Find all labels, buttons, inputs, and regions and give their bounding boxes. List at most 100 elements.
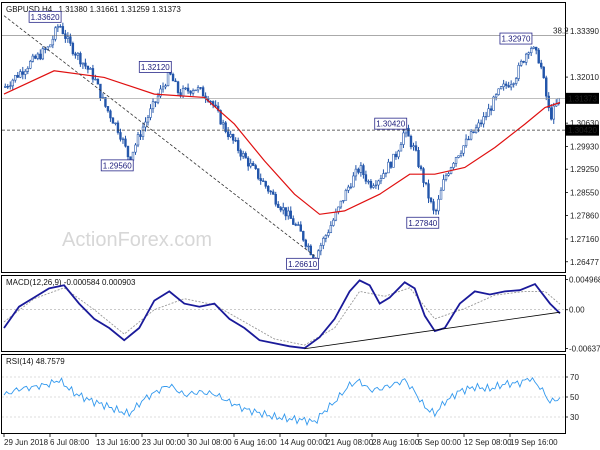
rsi-axis-label: 70	[570, 373, 579, 382]
swing-price-label: 1.32970	[501, 35, 530, 44]
candle-body	[26, 68, 29, 72]
candle-body	[387, 161, 390, 174]
price-axis-label: 1.27860	[570, 212, 599, 221]
candle-body	[417, 150, 420, 167]
candle-body	[282, 207, 285, 211]
candle-body	[181, 88, 185, 97]
candle-body	[397, 150, 400, 158]
watermark: ActionForex.com	[62, 229, 212, 251]
candle-body	[229, 134, 232, 138]
candle-body	[354, 168, 358, 177]
candle-body	[124, 138, 127, 147]
macd-panel-title: MACD(12,26,9) -0.000584 0.000903	[6, 278, 136, 287]
candle-body	[332, 219, 335, 226]
candle-body	[254, 165, 257, 169]
candle-body	[146, 117, 150, 123]
candle-body	[522, 60, 525, 63]
candle-body	[412, 145, 415, 148]
candle-body	[59, 26, 62, 28]
price-axis-label: 1.27160	[570, 235, 599, 244]
candle-body	[94, 78, 97, 81]
candle-body	[259, 178, 262, 182]
candle-body	[184, 87, 187, 90]
candle-body	[56, 26, 60, 29]
candle-body	[126, 145, 130, 158]
time-axis-label: 23 Jul 00:00	[142, 438, 186, 447]
candle-body	[272, 191, 275, 195]
candle-body	[519, 60, 523, 66]
candle-body	[194, 89, 197, 92]
rsi-plot-area	[2, 376, 565, 427]
candle-body	[171, 73, 175, 82]
candle-body	[79, 53, 82, 65]
candle-body	[409, 135, 413, 148]
candle-body	[241, 153, 245, 157]
candle-body	[477, 122, 480, 129]
candle-body	[161, 86, 165, 90]
candle-body	[467, 138, 470, 141]
candle-body	[199, 87, 202, 89]
candle-body	[349, 186, 353, 189]
candle-body	[279, 207, 282, 211]
candle-body	[196, 87, 200, 91]
candle-body	[284, 207, 287, 217]
candle-body	[74, 53, 77, 56]
candle-body	[322, 238, 325, 246]
candle-body	[529, 48, 533, 54]
time-axis-label: 21 Aug 08:00	[326, 438, 374, 447]
candle-body	[434, 209, 438, 212]
candle-body	[81, 62, 85, 65]
candle-body	[41, 48, 45, 60]
candle-body	[459, 152, 463, 157]
candle-body	[49, 44, 52, 48]
candle-body	[452, 163, 455, 168]
candle-body	[141, 126, 145, 137]
candle-body	[502, 83, 505, 87]
price-axis-label: 1.32010	[570, 73, 599, 82]
rsi-panel-title: RSI(14) 48.7579	[6, 357, 65, 366]
candle-body	[297, 224, 300, 226]
candle-body	[277, 203, 280, 208]
candle-body	[427, 183, 430, 199]
candle-body	[246, 157, 250, 167]
candle-body	[156, 95, 160, 103]
candle-body	[512, 83, 515, 85]
candle-body	[201, 87, 205, 97]
candle-body	[149, 108, 152, 118]
candle-body	[14, 75, 17, 81]
candle-body	[454, 157, 458, 164]
candle-body	[444, 175, 448, 180]
candle-body	[514, 78, 518, 84]
candle-body	[307, 245, 310, 248]
swing-price-label: 1.33620	[31, 13, 60, 22]
candle-body	[472, 131, 475, 133]
candle-body	[289, 210, 292, 219]
candle-body	[24, 71, 27, 75]
candle-body	[231, 134, 235, 141]
candle-body	[414, 145, 418, 151]
candle-body	[334, 211, 338, 221]
candle-body	[144, 121, 147, 128]
candle-body	[86, 65, 90, 70]
candle-body	[482, 116, 485, 125]
price-axis-label: 1.26477	[570, 258, 599, 267]
rsi-axis-label: 30	[570, 413, 579, 422]
candle-body	[517, 65, 520, 79]
macd-axis-label: 0.004968	[569, 275, 600, 284]
candle-body	[372, 185, 375, 188]
candle-body	[352, 175, 355, 188]
candle-body	[507, 85, 510, 88]
macd-axis-label: -0.006372	[569, 345, 600, 354]
candle-body	[447, 173, 450, 176]
candle-body	[239, 150, 242, 157]
candle-body	[151, 101, 155, 110]
candle-body	[264, 181, 267, 187]
time-axis-label: 6 Jul 08:00	[50, 438, 90, 447]
candle-body	[394, 153, 398, 158]
candle-body	[542, 66, 545, 79]
forex-chart: ActionForex.com GBPUSD,H4 1.31380 1.3166…	[1, 2, 600, 447]
swing-price-label: 1.30420	[376, 120, 405, 129]
candle-body	[402, 132, 405, 145]
candle-body	[552, 105, 555, 120]
candle-body	[304, 239, 307, 247]
